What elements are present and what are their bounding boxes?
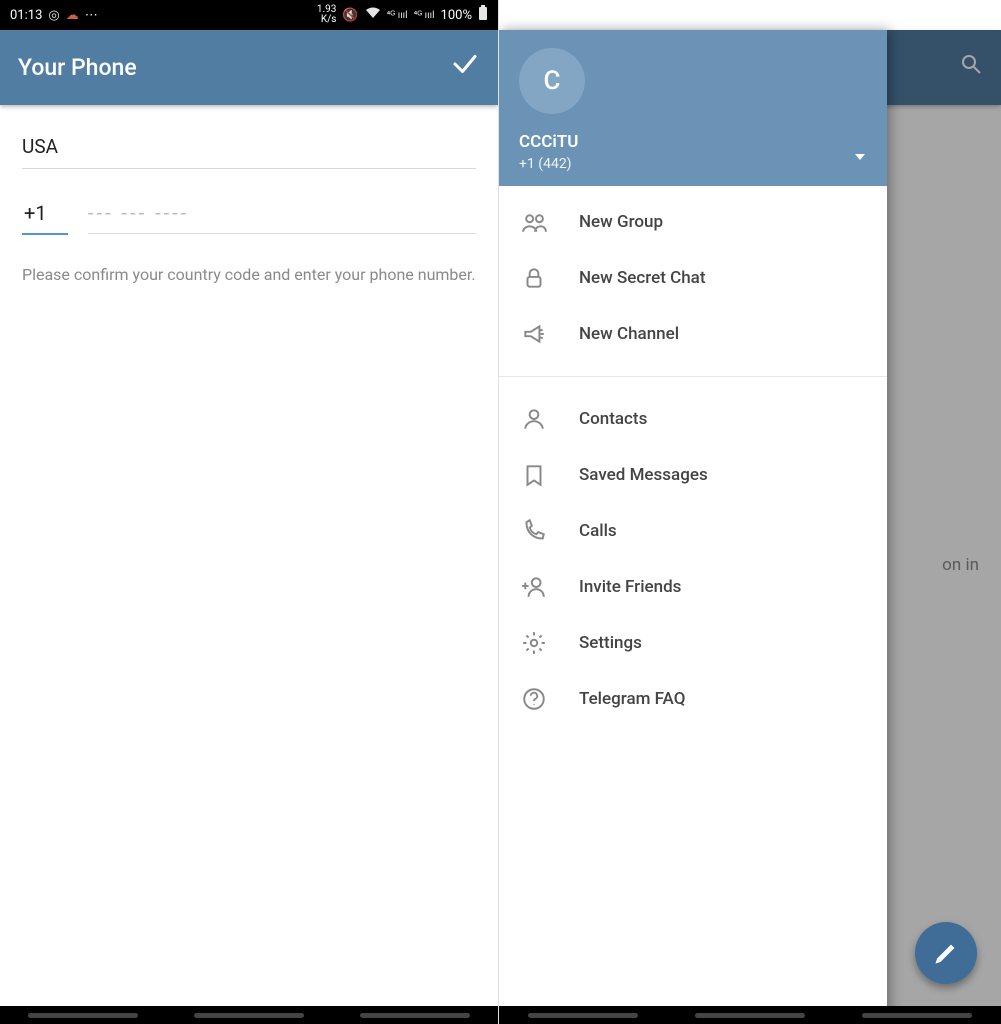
drawer-item-label: Contacts [579,409,647,429]
drawer-item-new-secret-chat[interactable]: New Secret Chat [499,250,887,306]
android-nav-bar [499,1006,1001,1024]
drawer-item-label: Calls [579,521,617,541]
drawer-item-settings[interactable]: Settings [499,615,887,671]
lock-icon [521,265,547,291]
drawer-item-label: Invite Friends [579,577,681,597]
page-title: Your Phone [18,54,137,81]
login-form: USA +1 --- --- ---- Please confirm your … [0,105,498,286]
nav-back[interactable] [862,1013,972,1018]
wifi-icon [365,7,381,23]
drawer-item-label: New Group [579,212,663,232]
account-switcher[interactable] [853,149,867,168]
dial-code-input[interactable]: +1 [22,195,68,235]
nav-home[interactable] [695,1013,805,1018]
drawer-item-label: New Secret Chat [579,268,706,288]
help-icon [521,686,547,712]
nav-recent[interactable] [28,1013,138,1018]
battery-icon [478,5,488,25]
drawer-item-saved-messages[interactable]: Saved Messages [499,447,887,503]
account-name: CCCiTU [519,132,867,152]
signal-icon: ⁴ᴳ ıııl [414,10,435,21]
signal-icon: ⁴ᴳ ıııl [387,10,408,21]
drawer-item-invite-friends[interactable]: Invite Friends [499,559,887,615]
account-phone: +1 (442) [519,156,867,172]
status-app-icon: ☁ [66,8,79,23]
mute-icon: 🔇 [342,8,358,23]
drawer-menu: New Group New Secret Chat New Channel [499,186,887,370]
status-time: 01:13 [10,8,42,23]
drawer-item-label: New Channel [579,324,679,344]
nav-back[interactable] [360,1013,470,1018]
status-bar: 01:13 ◎ ☁ ⋯ 1.93 K/s 🔇 ⁴ᴳ ıııl ⁴ᴳ ıııl 1… [0,0,498,30]
app-bar: Your Phone [0,30,498,105]
bookmark-icon [521,462,547,488]
call-icon [521,518,547,544]
compose-fab[interactable] [915,922,977,984]
drawer-item-label: Telegram FAQ [579,689,685,709]
navigation-drawer: C CCCiTU +1 (442) New Group New Secret Ch… [499,30,887,1024]
check-icon [450,49,480,79]
status-app-icon: ⋯ [85,8,98,23]
drawer-item-contacts[interactable]: Contacts [499,391,887,447]
chevron-down-icon [853,150,867,164]
person-icon [521,406,547,432]
drawer-item-new-channel[interactable]: New Channel [499,306,887,362]
drawer-item-label: Settings [579,633,642,653]
divider [499,376,887,377]
screen-login: 01:13 ◎ ☁ ⋯ 1.93 K/s 🔇 ⁴ᴳ ıııl ⁴ᴳ ıııl 1… [0,0,499,1024]
status-battery-text: 100% [441,8,472,23]
country-field[interactable]: USA [22,127,476,169]
group-icon [521,209,547,235]
status-app-icon: ◎ [48,8,59,23]
addperson-icon [521,574,547,600]
drawer-item-label: Saved Messages [579,465,708,485]
phone-number-input[interactable]: --- --- ---- [88,195,476,234]
avatar: C [519,48,585,114]
nav-home[interactable] [194,1013,304,1018]
channel-icon [521,321,547,347]
status-net-speed: 1.93 K/s [317,5,337,25]
nav-recent[interactable] [528,1013,638,1018]
drawer-header[interactable]: C CCCiTU +1 (442) [499,30,887,186]
drawer-item-calls[interactable]: Calls [499,503,887,559]
confirm-button[interactable] [450,49,480,86]
drawer-item-new-group[interactable]: New Group [499,194,887,250]
android-nav-bar [0,1006,498,1024]
drawer-menu: Contacts Saved Messages Calls Invite Friend… [499,383,887,735]
drawer-item-telegram-faq[interactable]: Telegram FAQ [499,671,887,727]
help-text: Please confirm your country code and ent… [22,263,476,286]
settings-icon [521,630,547,656]
screen-drawer: 01:15 ▢ M ◉ ⋯ 0 K/s 🔇 ⁴ᴳ ıııl ⁴ᴳ ıııl 10… [499,0,1001,1024]
pencil-icon [934,941,958,965]
